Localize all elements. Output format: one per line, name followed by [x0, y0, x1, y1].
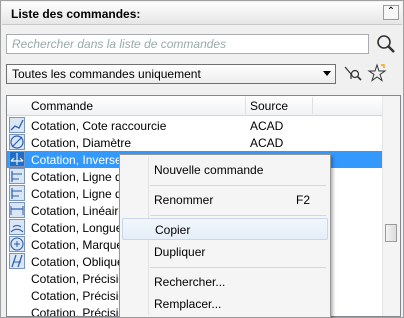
command-source: ACAD [250, 119, 284, 133]
dim-arc-icon [9, 219, 25, 235]
dim-jogged-icon [9, 117, 25, 133]
table-row[interactable]: Cotation, Diamètre ACAD [7, 134, 385, 151]
command-name: Cotation, Ligne de [31, 187, 129, 201]
menu-item-label: Nouvelle commande [154, 163, 264, 177]
command-name: Cotation, Longueu [31, 221, 130, 235]
command-filter-dropdown[interactable]: Toutes les commandes uniquement [6, 64, 336, 84]
dim-center-icon [9, 236, 25, 252]
menu-separator [150, 185, 326, 186]
command-name: Cotation, Précision [31, 289, 132, 303]
star-icon [367, 63, 387, 82]
menu-item-label: Renommer [154, 193, 214, 207]
context-menu: Nouvelle commande Renommer F2 Copier Dup… [119, 154, 331, 318]
command-name: Cotation, Cote raccourcie [31, 119, 167, 133]
menu-item-rename[interactable]: Renommer F2 [122, 189, 328, 211]
dropdown-arrow-icon [323, 71, 331, 76]
column-header-source[interactable]: Source [250, 99, 288, 113]
column-divider[interactable] [312, 97, 313, 114]
command-name: Cotation, Linéaire [31, 204, 126, 218]
menu-item-new-command[interactable]: Nouvelle commande [122, 159, 328, 181]
dim-baseline-icon [9, 168, 25, 184]
column-header-command[interactable]: Commande [31, 99, 93, 113]
dim-oblique-icon [9, 253, 25, 269]
menu-item-label: Dupliquer [154, 245, 206, 259]
search-button[interactable] [375, 33, 397, 55]
find-filter-icon [344, 66, 362, 81]
new-command-button[interactable] [367, 63, 387, 83]
table-row[interactable]: Cotation, Cote raccourcie ACAD [7, 117, 385, 134]
collapse-button[interactable]: ⌃ [383, 5, 399, 20]
command-list-panel: Liste des commandes: ⌃ Rechercher dans l… [0, 0, 404, 318]
command-source: ACAD [250, 136, 284, 150]
panel-titlebar: Liste des commandes: ⌃ [2, 2, 402, 25]
double-chevron-up-icon: ⌃ [386, 6, 396, 17]
command-name: Cotation, Précision [31, 272, 132, 286]
magnifier-icon [377, 35, 395, 53]
column-divider[interactable] [245, 97, 246, 114]
filter-find-button[interactable] [343, 64, 363, 84]
command-name: Cotation, Marque c [31, 238, 133, 252]
command-name: Cotation, Diamètre [31, 136, 132, 150]
dim-baseline-icon [9, 185, 25, 201]
command-name: Cotation, Inverser [31, 153, 126, 167]
filter-selected: Toutes les commandes uniquement [12, 67, 201, 81]
command-name: Cotation, Oblique [31, 255, 124, 269]
dim-linear-icon [9, 202, 25, 218]
menu-item-duplicate[interactable]: Dupliquer [122, 241, 328, 263]
command-name: Cotation, Ligne de [31, 170, 129, 184]
search-input[interactable]: Rechercher dans la liste de commandes [6, 34, 369, 54]
menu-separator [150, 267, 326, 268]
menu-item-find[interactable]: Rechercher... [122, 271, 328, 293]
menu-separator [150, 215, 326, 216]
vertical-scrollbar[interactable] [382, 96, 400, 316]
menu-item-label: Remplacer... [154, 297, 222, 311]
menu-item-copy[interactable]: Copier [122, 218, 328, 240]
menu-item-label: Rechercher... [154, 275, 226, 289]
list-header: Commande Source [7, 96, 385, 116]
panel-title: Liste des commandes: [11, 7, 141, 21]
menu-item-label: Copier [155, 223, 191, 237]
menu-item-replace[interactable]: Remplacer... [122, 293, 328, 315]
scrollbar-thumb[interactable] [385, 224, 397, 242]
dim-flip-icon [9, 151, 25, 167]
command-name: Cotation, Précision [31, 306, 132, 317]
menu-item-shortcut: F2 [295, 193, 310, 207]
dim-diameter-icon [9, 134, 25, 150]
